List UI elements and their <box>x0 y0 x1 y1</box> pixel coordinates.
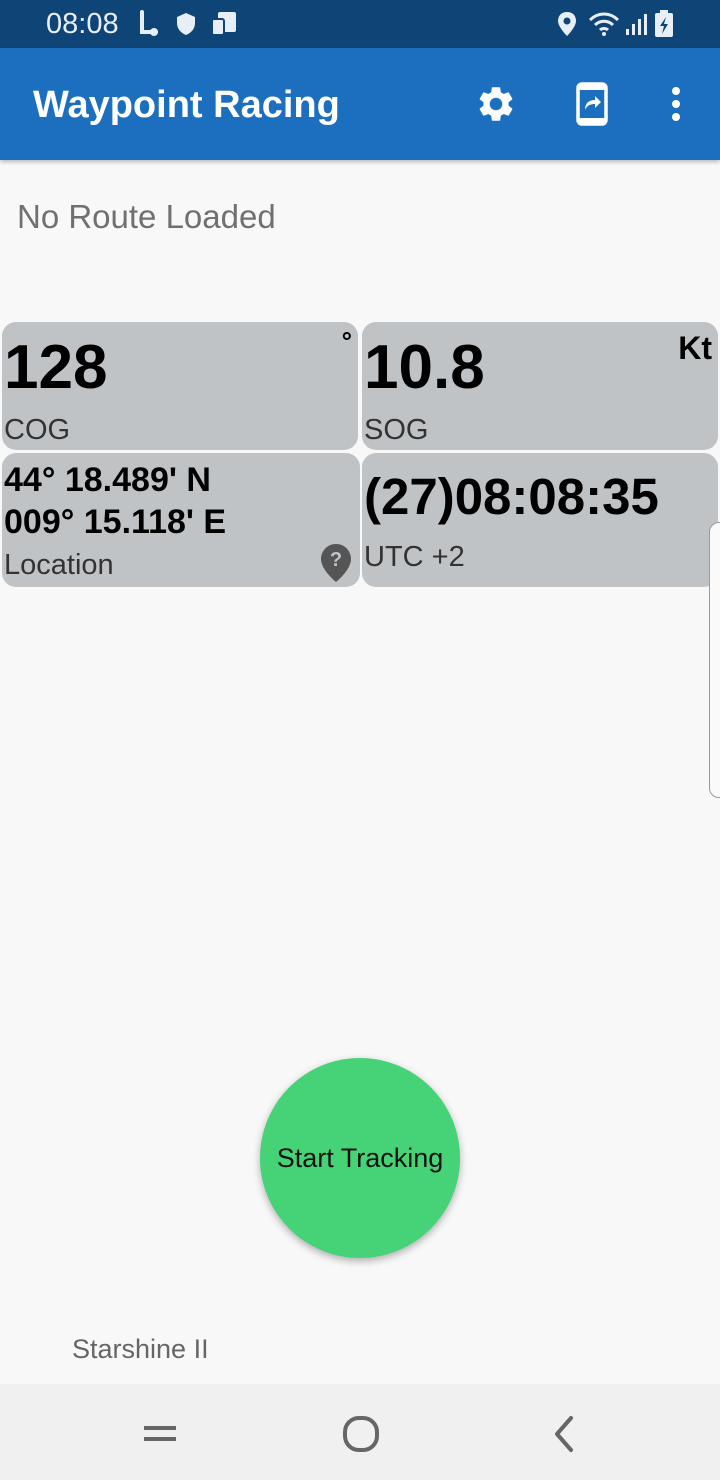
start-tracking-label: Start Tracking <box>276 1142 444 1173</box>
cog-unit: ° <box>341 326 352 356</box>
sog-tile[interactable]: 10.8 Kt SOG <box>362 322 718 450</box>
boat-name: Starshine II <box>72 1334 209 1364</box>
signal-bars-icon <box>624 10 650 38</box>
navigation-bar <box>0 1384 720 1480</box>
cog-tile[interactable]: 128 ° COG <box>2 322 358 450</box>
time-tile[interactable]: (27)08:08:35 UTC +2 <box>362 453 718 587</box>
sog-value: 10.8 <box>364 333 485 402</box>
clock-value: (27)08:08:35 <box>364 468 659 525</box>
status-time: 08:08 <box>46 8 119 40</box>
sog-label: SOG <box>364 414 429 446</box>
cog-value: 128 <box>4 333 108 402</box>
sog-unit: Kt <box>678 330 712 366</box>
location-help-icon[interactable]: ? <box>320 543 352 583</box>
app-title: Waypoint Racing <box>33 84 340 126</box>
route-status: No Route Loaded <box>17 198 276 235</box>
back-icon[interactable] <box>534 1404 594 1464</box>
home-icon[interactable] <box>331 1404 391 1464</box>
timezone-label: UTC +2 <box>364 541 465 573</box>
location-latitude: 44° 18.489' N <box>4 461 211 499</box>
app-bar: Waypoint Racing <box>0 48 720 160</box>
cog-label: COG <box>4 414 71 446</box>
screen-mirror-icon <box>210 10 240 38</box>
status-bar: 08:08 <box>0 0 720 48</box>
steps-notification-icon <box>136 10 162 38</box>
recent-apps-icon[interactable] <box>130 1404 190 1464</box>
location-label: Location <box>4 549 114 581</box>
shield-icon <box>176 10 196 38</box>
edge-panel-handle[interactable] <box>709 522 720 798</box>
location-longitude: 009° 15.118' E <box>4 503 227 541</box>
svg-text:?: ? <box>330 549 342 571</box>
settings-icon[interactable] <box>470 78 522 130</box>
wifi-icon <box>588 10 620 38</box>
location-pin-icon <box>556 10 578 38</box>
overflow-menu-icon[interactable] <box>650 78 702 130</box>
location-tile[interactable]: 44° 18.489' N 009° 15.118' E Location ? <box>2 453 360 587</box>
share-phone-icon[interactable] <box>566 78 618 130</box>
battery-charging-icon <box>654 10 674 38</box>
start-tracking-button[interactable]: Start Tracking <box>260 1058 460 1258</box>
